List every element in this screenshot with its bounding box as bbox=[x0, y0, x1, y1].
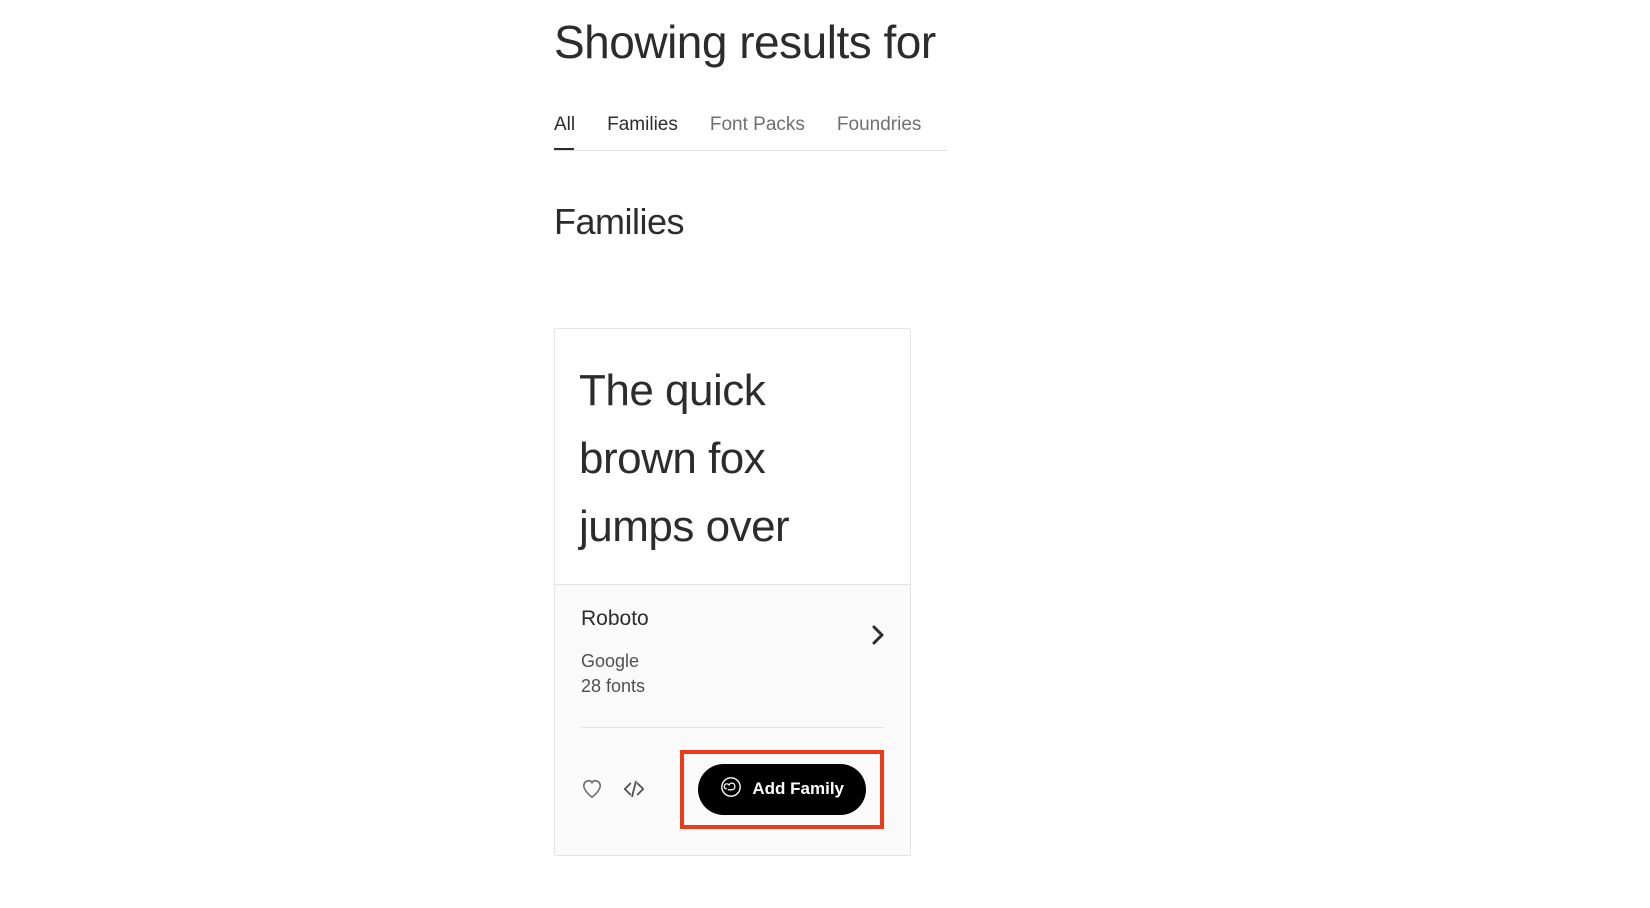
font-family-card: The quick brown fox jumps over Roboto Go… bbox=[554, 328, 911, 856]
divider bbox=[581, 727, 884, 728]
highlight-annotation: Add Family bbox=[680, 750, 884, 829]
tabs-container: All Families Font Packs Foundries Desig bbox=[554, 114, 947, 151]
chevron-right-icon[interactable] bbox=[872, 607, 884, 650]
heart-icon[interactable] bbox=[581, 778, 603, 800]
add-family-button[interactable]: Add Family bbox=[698, 764, 866, 815]
font-preview-area[interactable]: The quick brown fox jumps over bbox=[555, 329, 910, 585]
tab-font-packs[interactable]: Font Packs bbox=[710, 114, 805, 150]
tab-all[interactable]: All bbox=[554, 114, 575, 150]
foundry-name: Google bbox=[581, 651, 872, 672]
section-heading: Families bbox=[554, 201, 947, 243]
add-family-label: Add Family bbox=[752, 779, 844, 799]
tab-foundries[interactable]: Foundries bbox=[837, 114, 922, 150]
font-count: 28 fonts bbox=[581, 676, 872, 697]
code-icon[interactable] bbox=[623, 778, 645, 800]
preview-text: The quick brown fox jumps over bbox=[579, 357, 886, 562]
family-name: Roboto bbox=[581, 607, 872, 631]
page-title: Showing results for bbox=[554, 15, 947, 69]
tab-families[interactable]: Families bbox=[607, 114, 678, 150]
card-metadata: Roboto Google 28 fonts bbox=[555, 585, 910, 855]
creative-cloud-icon bbox=[720, 776, 742, 803]
